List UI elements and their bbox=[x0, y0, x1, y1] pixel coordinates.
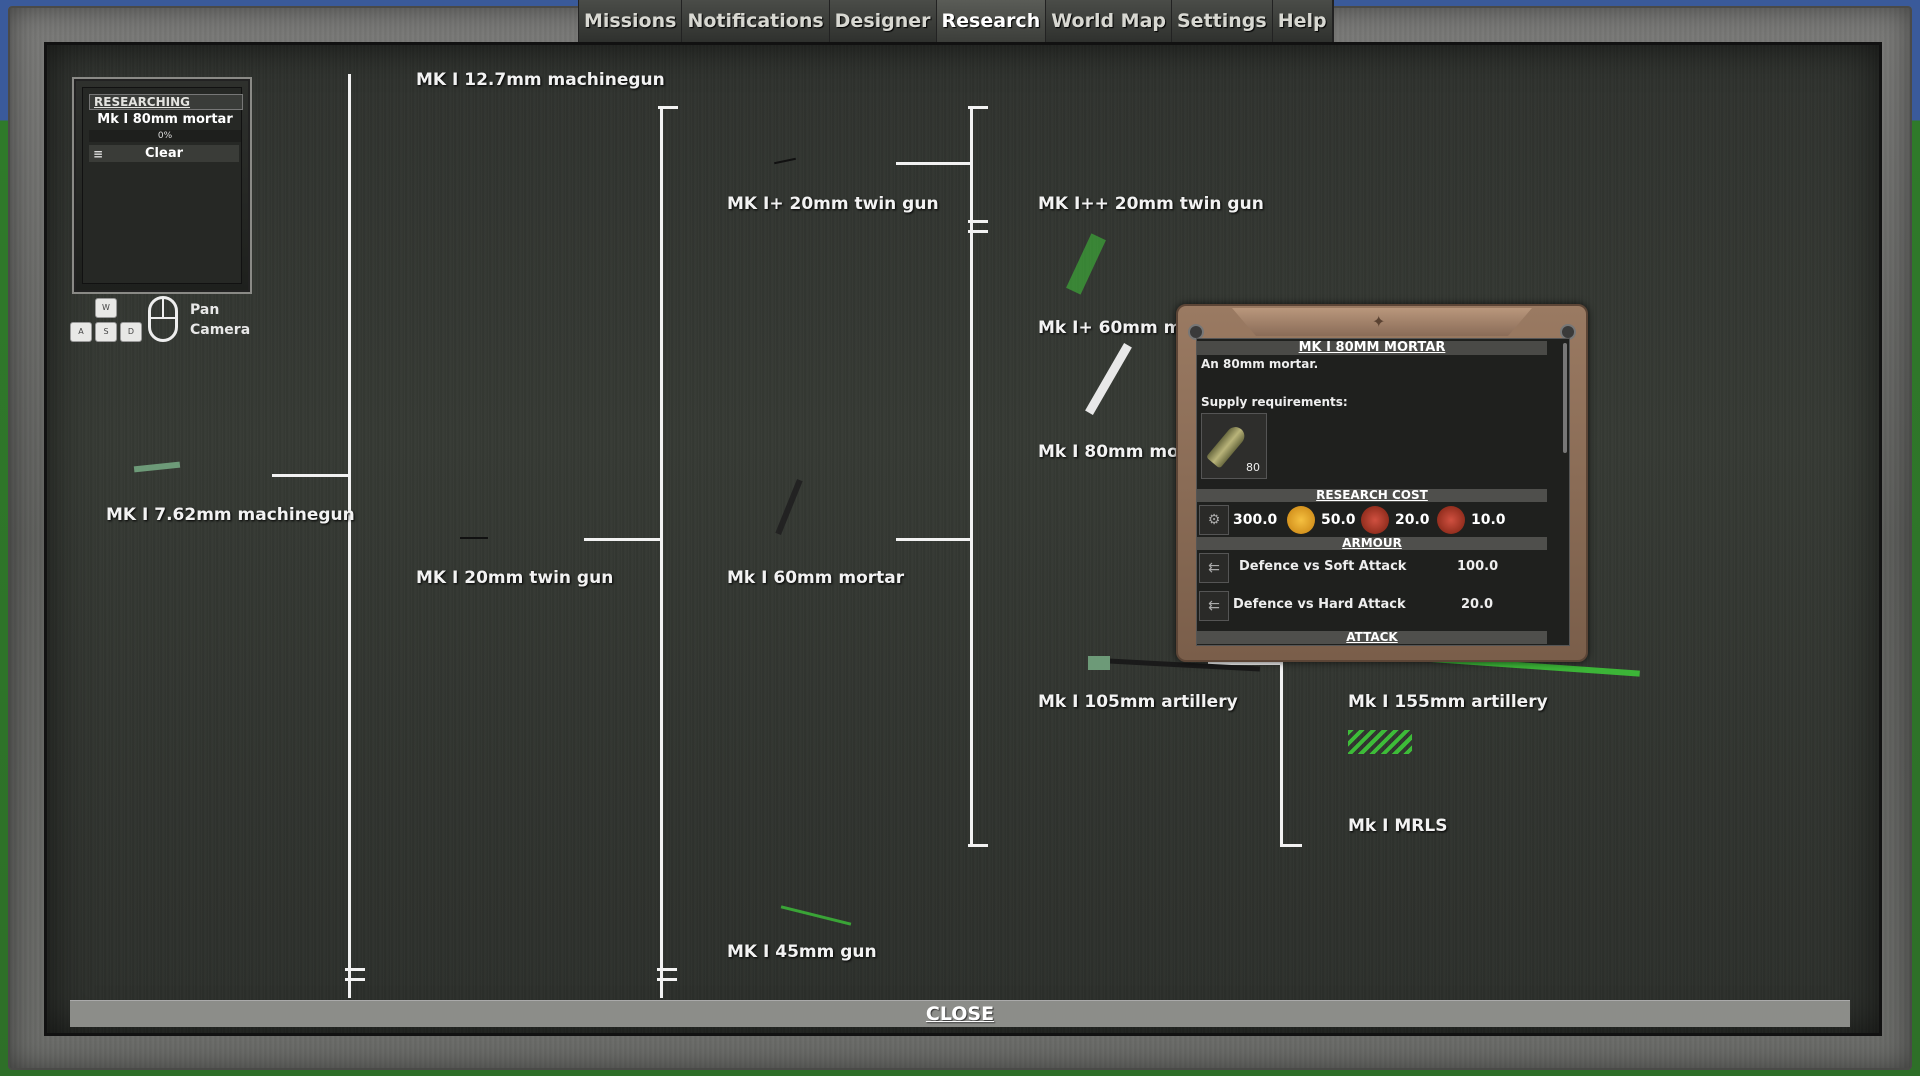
clear-research-label: Clear bbox=[145, 146, 183, 161]
tooltip-scrollbar[interactable] bbox=[1563, 343, 1567, 453]
node-label-20mm-twin-gun-plus[interactable]: MK I+ 20mm twin gun bbox=[727, 194, 939, 214]
node-label-mrls[interactable]: Mk I MRLS bbox=[1348, 816, 1447, 836]
soft-attack-icon: ⇇ bbox=[1199, 553, 1229, 583]
research-cost-header: RESEARCH COST bbox=[1197, 489, 1547, 502]
tab-help[interactable]: Help bbox=[1272, 0, 1333, 42]
cost-resource-a: 20.0 bbox=[1395, 512, 1430, 528]
research-progress: 0% bbox=[89, 130, 241, 142]
artillery-105-shield-icon bbox=[1088, 656, 1110, 670]
tree-connector bbox=[657, 968, 677, 971]
mouse-icon bbox=[148, 296, 178, 342]
wasd-keys-hint: W A S D bbox=[70, 298, 150, 344]
key-a-icon: A bbox=[70, 322, 92, 342]
mortar-shell-supply: 80 bbox=[1201, 413, 1267, 479]
tree-connector bbox=[658, 106, 678, 109]
tree-connector bbox=[968, 106, 988, 109]
close-button[interactable]: CLOSE bbox=[70, 1000, 1850, 1027]
gold-coin-icon bbox=[1287, 506, 1315, 534]
node-label-12-7mm-machinegun[interactable]: MK I 12.7mm machinegun bbox=[416, 70, 665, 90]
cost-resource-b: 10.0 bbox=[1471, 512, 1506, 528]
tank-icon bbox=[1530, 318, 1532, 328]
stat-soft-defence-value: 100.0 bbox=[1457, 559, 1499, 574]
tree-connector bbox=[657, 978, 677, 981]
stat-soft-defence-label: Defence vs Soft Attack bbox=[1239, 559, 1407, 574]
tree-connector bbox=[968, 230, 988, 233]
tech-tooltip: ✦ MK I 80MM MORTAR An 80mm mortar. Suppl… bbox=[1176, 304, 1588, 662]
tooltip-header-plate: ✦ bbox=[1232, 308, 1532, 336]
compass-icon: ✦ bbox=[1372, 312, 1386, 331]
tree-connector bbox=[1280, 660, 1283, 846]
research-queue-item[interactable]: Mk I 80mm mortar bbox=[89, 112, 241, 128]
red-gear-icon bbox=[1361, 506, 1389, 534]
key-w-icon: W bbox=[95, 298, 117, 318]
tab-notifications[interactable]: Notifications bbox=[682, 0, 830, 42]
tooltip-body: MK I 80MM MORTAR An 80mm mortar. Supply … bbox=[1196, 338, 1570, 646]
tab-settings[interactable]: Settings bbox=[1172, 0, 1273, 42]
node-label-105mm-artillery[interactable]: Mk I 105mm artillery bbox=[1038, 692, 1238, 712]
tree-connector bbox=[1280, 844, 1302, 847]
tree-connector bbox=[896, 538, 970, 541]
supply-ammo-count: 80 bbox=[1246, 461, 1260, 474]
hard-attack-icon: ⇇ bbox=[1199, 591, 1229, 621]
stat-hard-defence-label: Defence vs Hard Attack bbox=[1233, 597, 1406, 612]
twin-gun-icon bbox=[460, 537, 488, 539]
research-queue-inner: RESEARCHING Mk I 80mm mortar 0% ≡ Clear bbox=[82, 87, 243, 284]
tree-connector bbox=[896, 162, 970, 165]
pan-label-line1: Pan bbox=[190, 302, 220, 318]
tab-missions[interactable]: Missions bbox=[579, 0, 683, 42]
tree-connector bbox=[272, 474, 348, 477]
tab-designer[interactable]: Designer bbox=[829, 0, 937, 42]
research-time-icon: ⚙ bbox=[1199, 505, 1229, 535]
tree-connector bbox=[348, 74, 351, 998]
research-cost-row: ⚙ 300.0 50.0 20.0 10.0 bbox=[1197, 505, 1547, 535]
tree-connector bbox=[345, 968, 365, 971]
mortar-shell-icon bbox=[1205, 423, 1249, 469]
tooltip-title: MK I 80MM MORTAR bbox=[1197, 341, 1547, 355]
pan-camera-label: Pan Camera bbox=[190, 300, 250, 340]
supply-requirements-label: Supply requirements: bbox=[1201, 395, 1348, 409]
attack-header: ATTACK bbox=[1197, 631, 1547, 644]
key-d-icon: D bbox=[120, 322, 142, 342]
node-label-45mm-gun[interactable]: MK I 45mm gun bbox=[727, 942, 877, 962]
research-queue-title: RESEARCHING bbox=[89, 94, 243, 110]
tree-connector bbox=[584, 538, 660, 541]
tree-connector bbox=[970, 106, 973, 846]
node-label-7-62mm-machinegun[interactable]: MK I 7.62mm machinegun bbox=[106, 505, 355, 525]
node-label-20mm-twin-gun-plus-plus[interactable]: MK I++ 20mm twin gun bbox=[1038, 194, 1264, 214]
close-label: CLOSE bbox=[925, 1003, 995, 1025]
red-gear-icon bbox=[1437, 506, 1465, 534]
tree-connector bbox=[660, 106, 663, 998]
mrls-icon bbox=[1348, 730, 1412, 754]
armour-header: ARMOUR bbox=[1197, 537, 1547, 550]
cost-research-points: 300.0 bbox=[1233, 512, 1278, 528]
tooltip-description: An 80mm mortar. bbox=[1201, 357, 1319, 371]
tree-connector bbox=[345, 978, 365, 981]
key-s-icon: S bbox=[95, 322, 117, 342]
node-label-20mm-twin-gun[interactable]: MK I 20mm twin gun bbox=[416, 568, 613, 588]
tab-world-map[interactable]: World Map bbox=[1046, 0, 1172, 42]
cost-gold: 50.0 bbox=[1321, 512, 1356, 528]
tree-connector bbox=[968, 220, 988, 223]
stack-icon: ≡ bbox=[93, 147, 104, 161]
tab-research[interactable]: Research bbox=[936, 0, 1047, 42]
tree-connector bbox=[968, 844, 988, 847]
node-label-60mm-mortar[interactable]: Mk I 60mm mortar bbox=[727, 568, 904, 588]
research-queue-box: RESEARCHING Mk I 80mm mortar 0% ≡ Clear bbox=[72, 77, 252, 294]
node-label-155mm-artillery[interactable]: Mk I 155mm artillery bbox=[1348, 692, 1548, 712]
stat-hard-defence-value: 20.0 bbox=[1461, 597, 1494, 612]
top-navigation: Missions Notifications Designer Research… bbox=[578, 0, 1334, 43]
pan-label-line2: Camera bbox=[190, 322, 251, 338]
clear-research-button[interactable]: ≡ Clear bbox=[89, 145, 239, 162]
